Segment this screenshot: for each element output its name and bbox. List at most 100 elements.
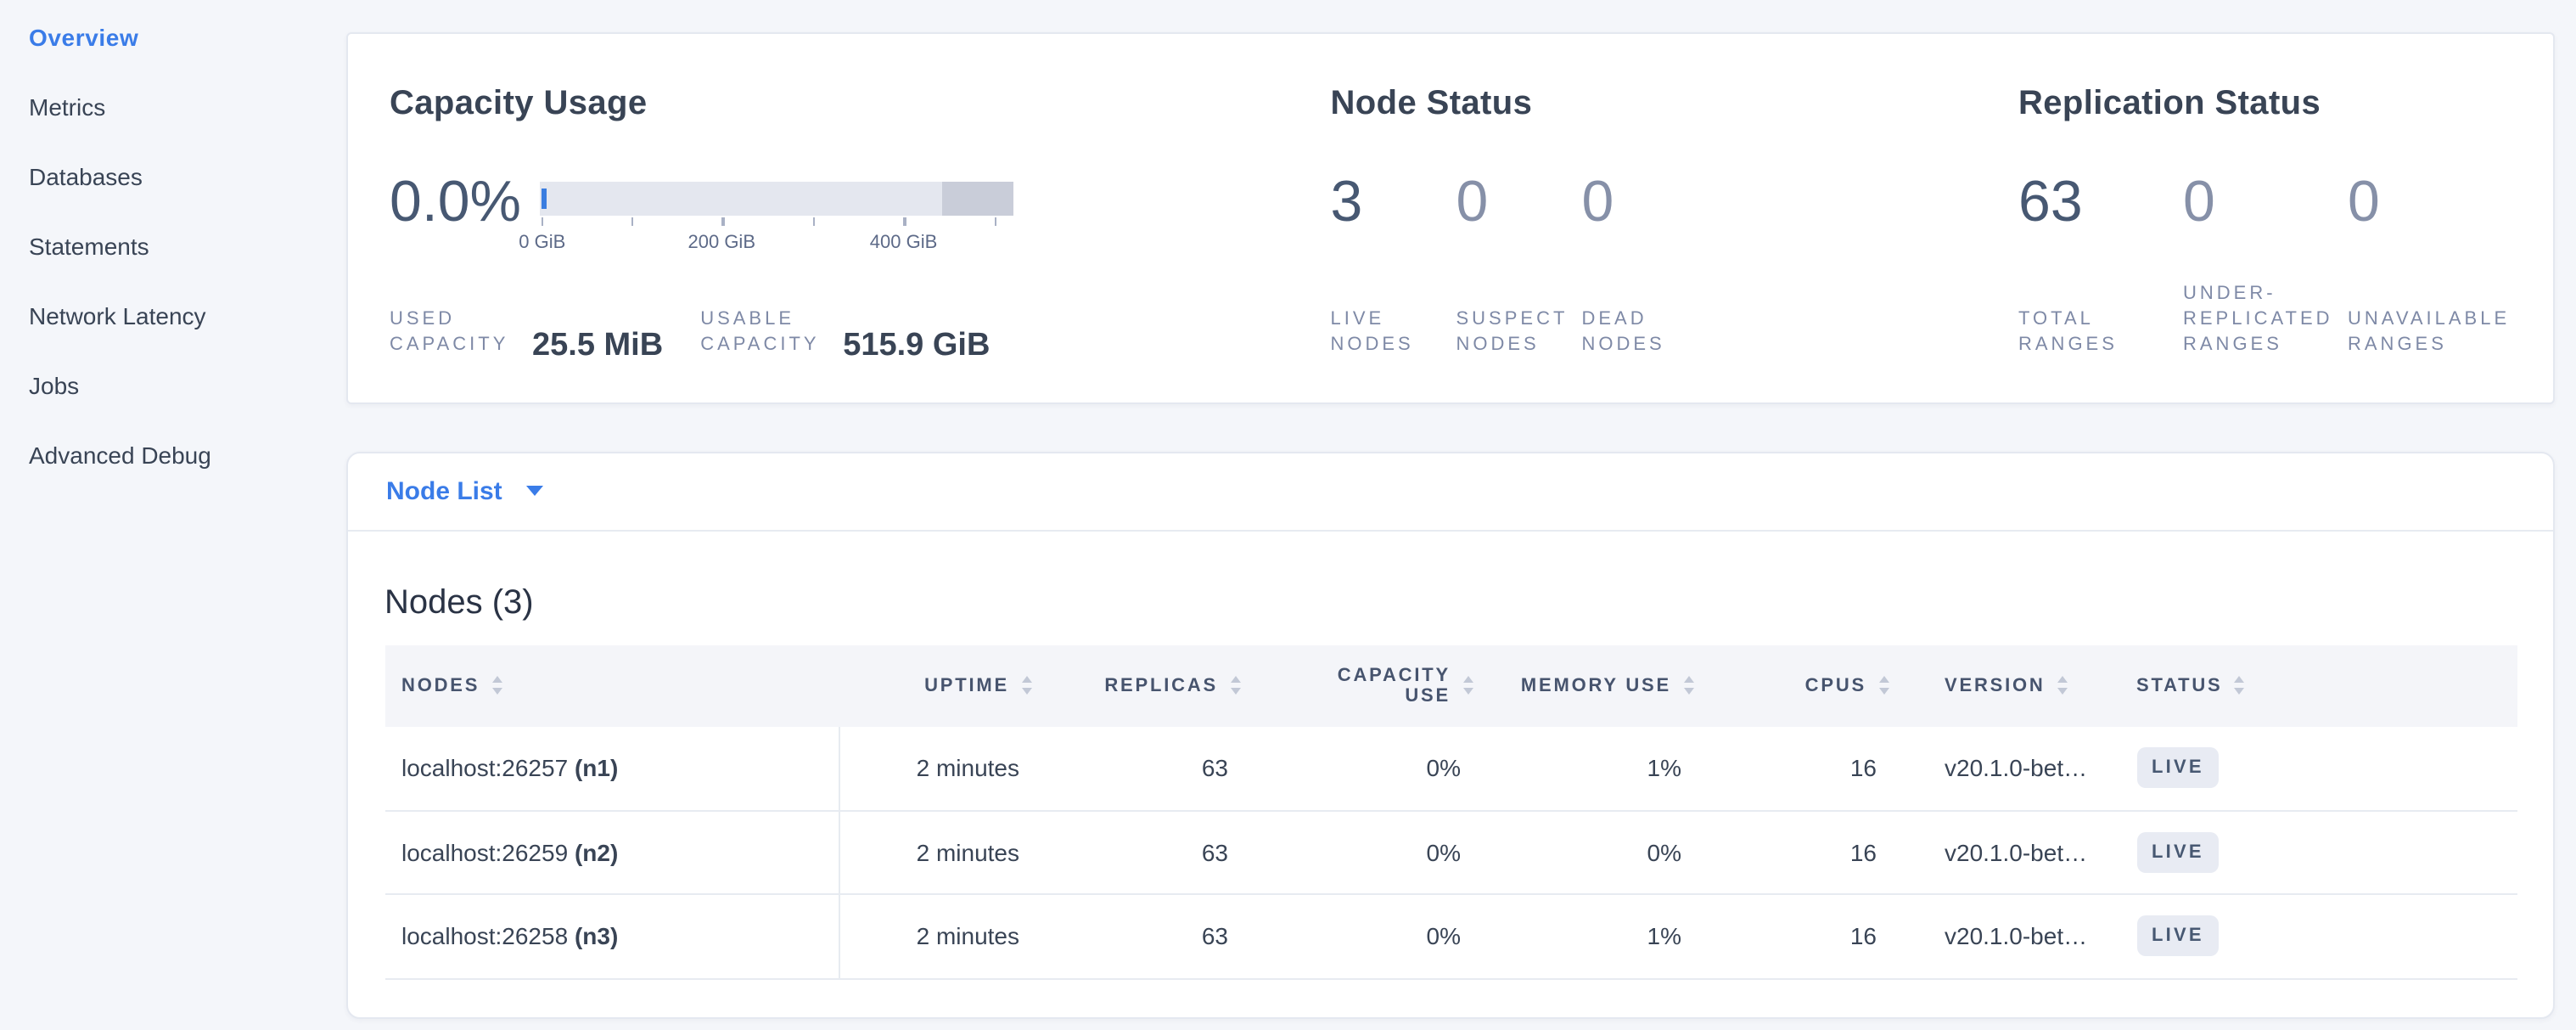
suspect-nodes-label: SUSPECT NODES (1456, 307, 1582, 357)
nodes-table: NODES UPTIME REPLICAS CAPACITY USE MEMOR… (384, 644, 2517, 979)
uptime-cell: 2 minutes (839, 726, 1031, 810)
status-cell: LIVE (2102, 726, 2517, 810)
node-address-cell: localhost:26258 (n3) (384, 894, 839, 978)
node-row-n1[interactable]: localhost:26257 (n1) 2 minutes 63 0% 1% … (384, 726, 2517, 810)
node-address-cell: localhost:26259 (n2) (384, 810, 839, 894)
total-ranges-value: 63 (2018, 171, 2183, 232)
live-nodes-value: 3 (1331, 171, 1456, 232)
used-capacity-label: USED CAPACITY (390, 307, 525, 357)
capacity-usage-title: Capacity Usage (390, 81, 1331, 125)
node-list-card: Node List Nodes (3) NODES UPTIME (346, 451, 2555, 1018)
replicas-cell: 63 (1031, 726, 1240, 810)
sort-icon (1230, 677, 1240, 695)
usable-capacity-label: USABLE CAPACITY (700, 307, 836, 357)
capacity-bar-chart: 0 GiB 200 GiB 400 GiB (540, 181, 1013, 232)
memory-use-cell: 0% (1473, 810, 1693, 894)
sort-icon (1683, 677, 1693, 695)
used-capacity-value: 25.5 MiB (532, 329, 663, 361)
node-list-dropdown-label: Node List (386, 476, 502, 505)
sort-icon (2235, 677, 2245, 695)
version-cell: v20.1.0-bet… (1889, 894, 2102, 978)
sidebar-item-advanced-debug[interactable]: Advanced Debug (29, 443, 346, 467)
axis-label: 200 GiB (688, 232, 756, 252)
unavailable-ranges-stat: 0 UNAVAILABLE RANGES (2348, 171, 2512, 357)
capacity-axis-labels: 0 GiB 200 GiB 400 GiB (540, 232, 1013, 256)
status-cell: LIVE (2102, 894, 2517, 978)
used-capacity-stat: USED CAPACITY 25.5 MiB (390, 307, 663, 357)
page: Overview Metrics Databases Statements Ne… (0, 0, 2576, 1030)
memory-use-cell: 1% (1473, 726, 1693, 810)
replicas-cell: 63 (1031, 894, 1240, 978)
sidebar-item-metrics[interactable]: Metrics (29, 95, 346, 119)
capacity-bar-axis (540, 217, 1013, 227)
axis-label: 400 GiB (870, 232, 938, 252)
under-replicated-ranges-stat: 0 UNDER-REPLICATED RANGES (2183, 171, 2348, 357)
under-replicated-ranges-value: 0 (2183, 171, 2348, 232)
live-nodes-label: LIVE NODES (1331, 307, 1456, 357)
node-row-n3[interactable]: localhost:26258 (n3) 2 minutes 63 0% 1% … (384, 894, 2517, 978)
column-header-version[interactable]: VERSION (1889, 644, 2102, 726)
column-header-uptime[interactable]: UPTIME (839, 644, 1031, 726)
sort-icon (1462, 677, 1473, 695)
under-replicated-ranges-label: UNDER-REPLICATED RANGES (2183, 281, 2348, 357)
capacity-use-cell: 0% (1240, 726, 1473, 810)
suspect-nodes-stat: 0 SUSPECT NODES (1456, 171, 1582, 357)
usable-capacity-stat: USABLE CAPACITY 515.9 GiB (700, 307, 990, 357)
node-status-title: Node Status (1331, 81, 2019, 125)
node-row-n2[interactable]: localhost:26259 (n2) 2 minutes 63 0% 0% … (384, 810, 2517, 894)
capacity-use-cell: 0% (1240, 810, 1473, 894)
column-header-replicas[interactable]: REPLICAS (1031, 644, 1240, 726)
column-header-nodes[interactable]: NODES (384, 644, 839, 726)
sidebar-item-overview[interactable]: Overview (29, 25, 346, 49)
nodes-section: Nodes (3) NODES UPTIME REPLICAS CAPACITY… (348, 531, 2553, 1016)
unavailable-ranges-label: UNAVAILABLE RANGES (2348, 307, 2523, 357)
main-content: Capacity Usage 0.0% 0 GiB 200 Gi (346, 31, 2555, 1018)
version-cell: v20.1.0-bet… (1889, 726, 2102, 810)
sort-icon (1021, 677, 1031, 695)
sidebar-item-network-latency[interactable]: Network Latency (29, 304, 346, 328)
status-cell: LIVE (2102, 810, 2517, 894)
dead-nodes-label: DEAD NODES (1582, 307, 1708, 357)
cpus-cell: 16 (1693, 894, 1889, 978)
total-ranges-stat: 63 TOTAL RANGES (2018, 171, 2183, 357)
status-badge: LIVE (2136, 747, 2220, 788)
chevron-down-icon (526, 486, 543, 496)
column-header-status[interactable]: STATUS (2102, 644, 2517, 726)
nodes-table-header-row: NODES UPTIME REPLICAS CAPACITY USE MEMOR… (384, 644, 2517, 726)
sidebar-item-databases[interactable]: Databases (29, 165, 346, 189)
uptime-cell: 2 minutes (839, 894, 1031, 978)
capacity-use-cell: 0% (1240, 894, 1473, 978)
unavailable-ranges-value: 0 (2348, 171, 2512, 232)
uptime-cell: 2 minutes (839, 810, 1031, 894)
cpus-cell: 16 (1693, 726, 1889, 810)
dead-nodes-stat: 0 DEAD NODES (1582, 171, 1708, 357)
capacity-bar-track (540, 181, 1013, 215)
nodes-section-title: Nodes (3) (384, 580, 2517, 624)
capacity-bar-other-segment (943, 181, 1013, 215)
axis-label: 0 GiB (519, 232, 565, 252)
total-ranges-label: TOTAL RANGES (2018, 307, 2183, 357)
suspect-nodes-value: 0 (1456, 171, 1582, 232)
capacity-bar-used-segment (542, 188, 546, 208)
replication-status-panel: Replication Status 63 TOTAL RANGES 0 UND… (2018, 81, 2512, 357)
sidebar-nav: Overview Metrics Databases Statements Ne… (29, 25, 346, 467)
node-status-panel: Node Status 3 LIVE NODES 0 SUSPECT NODES… (1331, 81, 2019, 357)
column-header-capacity-use[interactable]: CAPACITY USE (1240, 644, 1473, 726)
usable-capacity-value: 515.9 GiB (843, 329, 990, 361)
column-header-cpus[interactable]: CPUS (1693, 644, 1889, 726)
capacity-used-percent: 0.0% (390, 171, 521, 232)
sidebar-item-jobs[interactable]: Jobs (29, 374, 346, 397)
status-badge: LIVE (2136, 916, 2220, 957)
sidebar-item-statements[interactable]: Statements (29, 234, 346, 258)
node-list-dropdown[interactable]: Node List (386, 476, 543, 505)
replication-status-title: Replication Status (2018, 81, 2512, 125)
cpus-cell: 16 (1693, 810, 1889, 894)
capacity-usage-panel: Capacity Usage 0.0% 0 GiB 200 Gi (390, 81, 1331, 357)
node-address-cell: localhost:26257 (n1) (384, 726, 839, 810)
status-badge: LIVE (2136, 832, 2220, 873)
dead-nodes-value: 0 (1582, 171, 1708, 232)
sort-icon (491, 677, 502, 695)
version-cell: v20.1.0-bet… (1889, 810, 2102, 894)
column-header-memory-use[interactable]: MEMORY USE (1473, 644, 1693, 726)
sort-icon (1878, 677, 1889, 695)
